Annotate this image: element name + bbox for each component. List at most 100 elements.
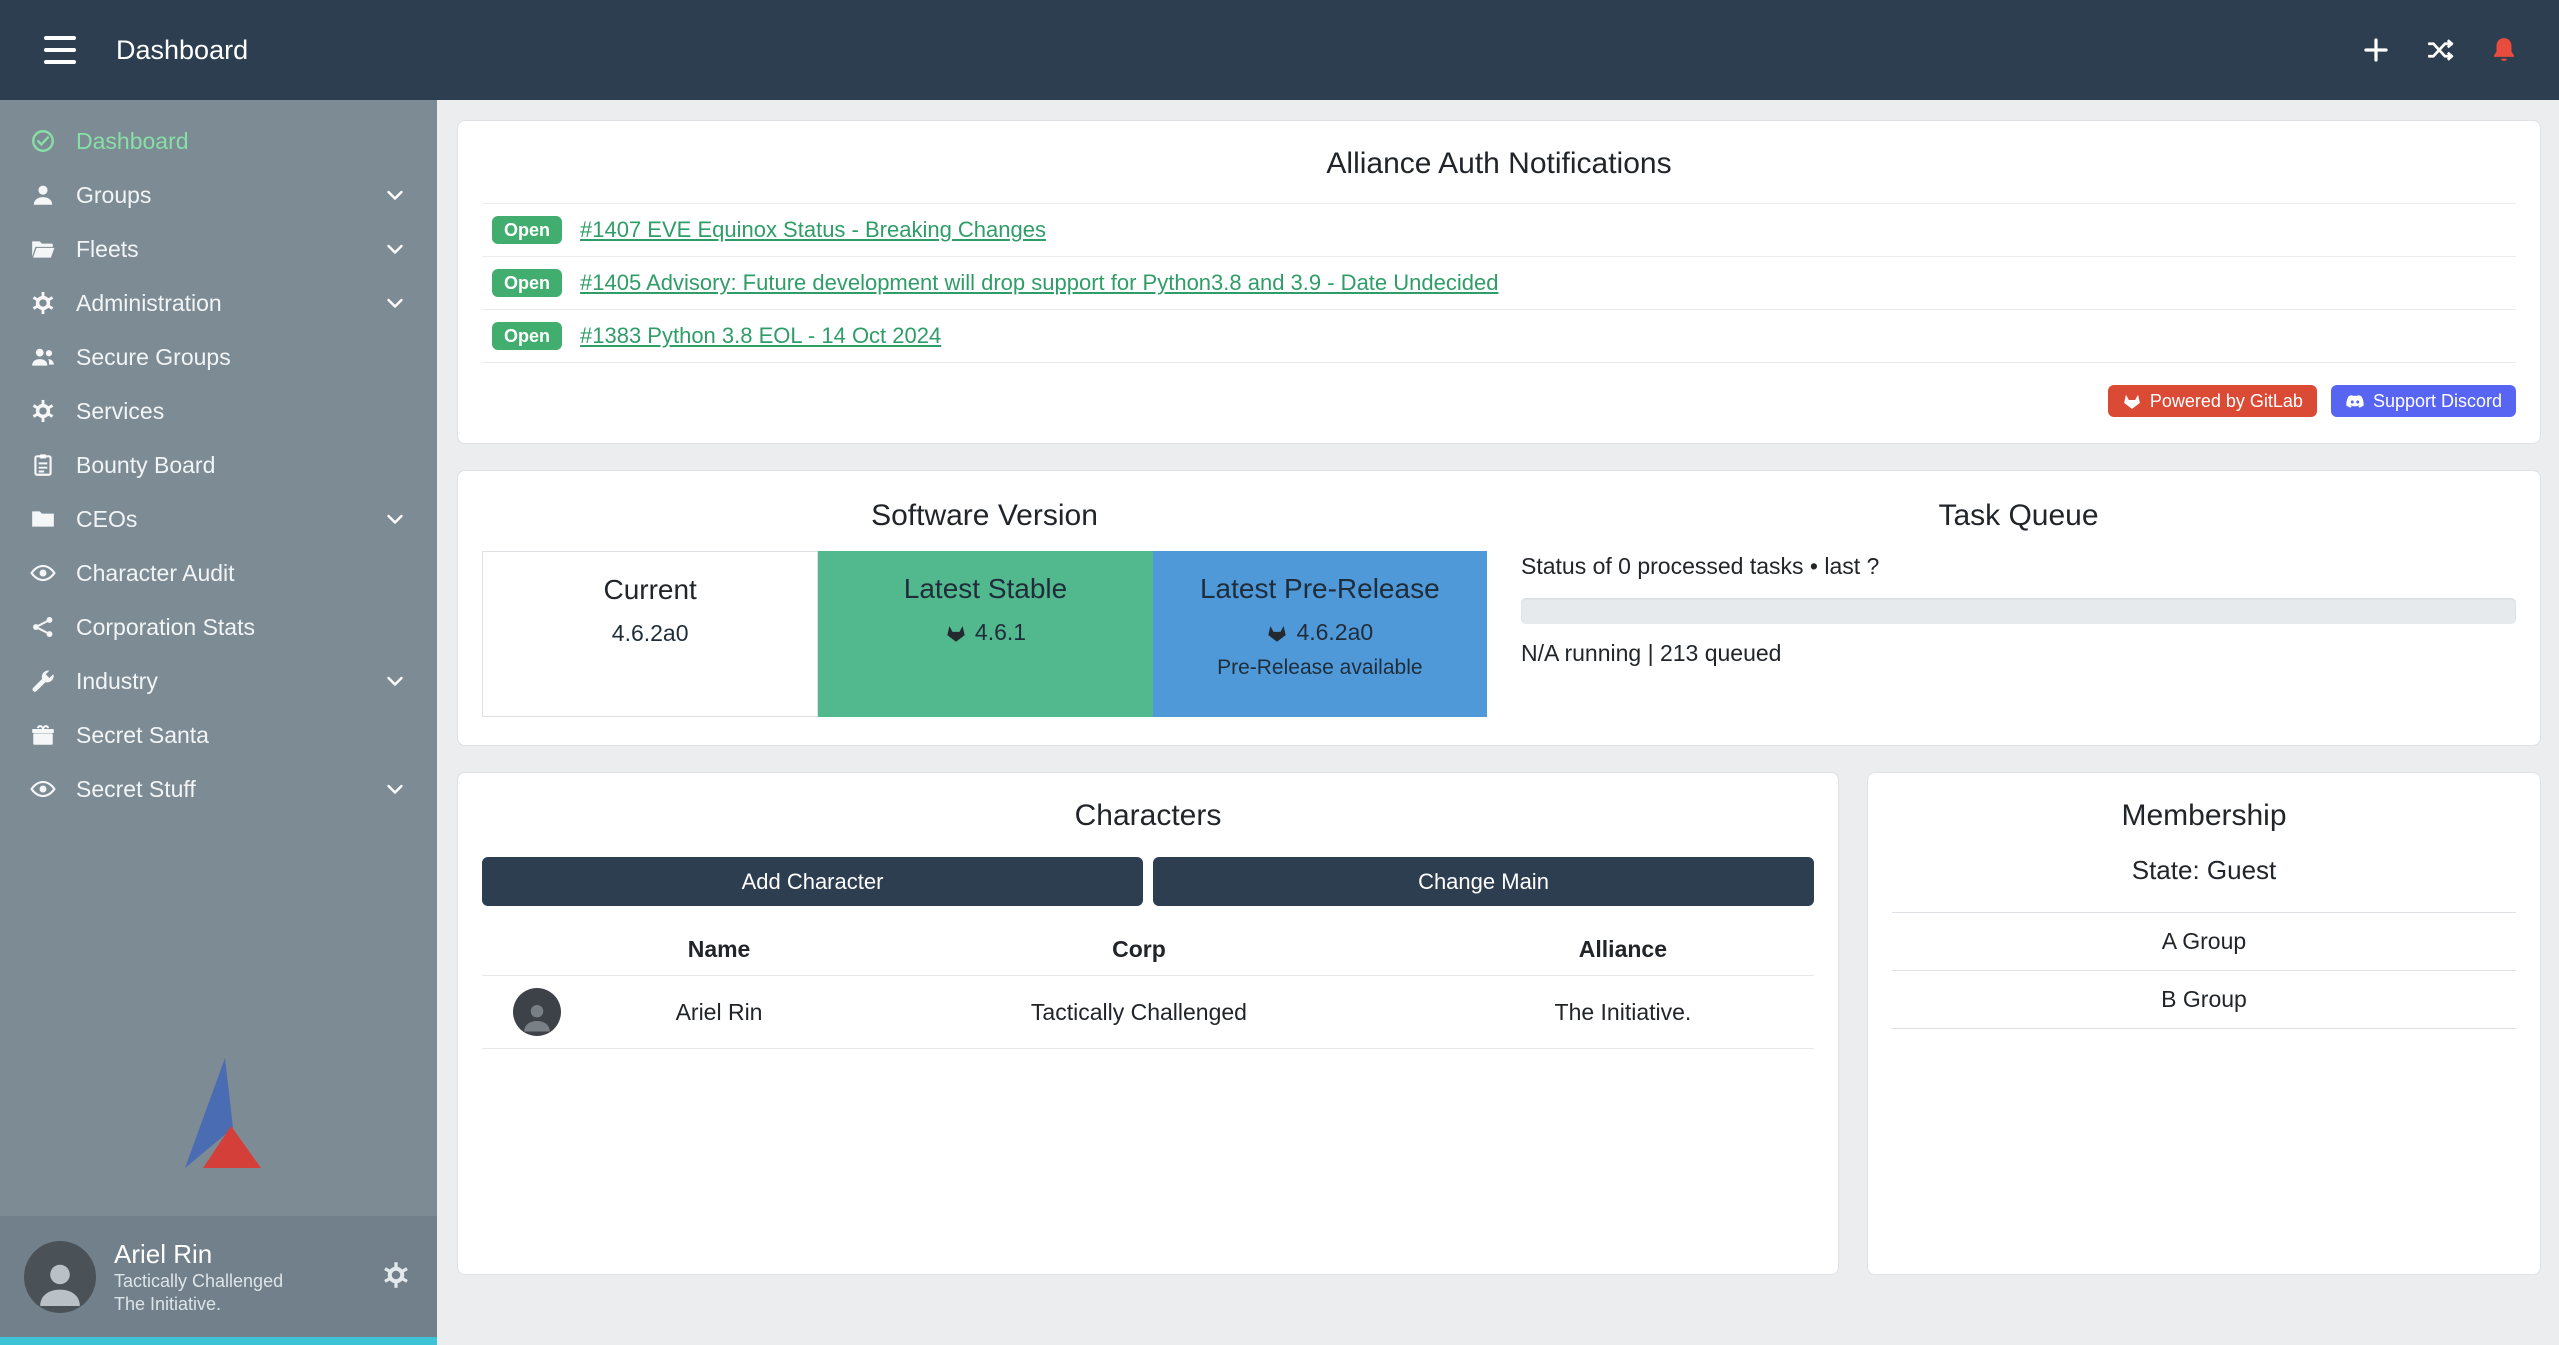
discord-icon	[2345, 391, 2365, 411]
sidebar-item-character-audit[interactable]: Character Audit	[0, 546, 437, 600]
characters-title: Characters	[482, 799, 1814, 833]
sidebar-item-administration[interactable]: Administration	[0, 276, 437, 330]
sidebar-item-label: Fleets	[76, 236, 371, 263]
folder-icon	[30, 506, 56, 532]
user-name: Ariel Rin	[114, 1238, 361, 1271]
notification-link[interactable]: #1383 Python 3.8 EOL - 14 Oct 2024	[580, 323, 941, 349]
sidebar-item-secret-stuff[interactable]: Secret Stuff	[0, 762, 437, 816]
notifications-bell-icon[interactable]	[2487, 33, 2521, 67]
hamburger-menu-button[interactable]	[38, 30, 82, 70]
support-discord-badge[interactable]: Support Discord	[2331, 385, 2516, 417]
chevron-down-icon	[383, 183, 407, 207]
characters-card: Characters Add Character Change Main Nam…	[457, 772, 1839, 1275]
version-box-label: Current	[483, 574, 817, 606]
navbar-actions	[2359, 33, 2521, 67]
chevron-down-icon	[383, 669, 407, 693]
gitlab-badge-label: Powered by GitLab	[2150, 392, 2303, 410]
notifications-list: Open #1407 EVE Equinox Status - Breaking…	[482, 203, 2516, 363]
characters-buttons: Add Character Change Main	[482, 857, 1814, 906]
add-character-button[interactable]: Add Character	[482, 857, 1143, 906]
version-box: Latest Pre-Release 4.6.2a0 Pre-Release a…	[1153, 551, 1487, 717]
characters-table-body: Ariel Rin Tactically Challenged The Init…	[482, 976, 1814, 1049]
sidebar-item-corporation-stats[interactable]: Corporation Stats	[0, 600, 437, 654]
version-box-version: 4.6.1	[818, 619, 1152, 646]
alliance-logo	[0, 1056, 437, 1172]
version-box: Latest Stable 4.6.1	[818, 551, 1152, 717]
sidebar-item-label: Secret Santa	[76, 722, 371, 749]
alliance-column-header: Alliance	[1432, 924, 1814, 976]
version-box: Current 4.6.2a0	[482, 551, 818, 717]
sidebar-item-secret-santa[interactable]: Secret Santa	[0, 708, 437, 762]
page-title: Dashboard	[116, 35, 248, 66]
clipboard-icon	[30, 452, 56, 478]
folder-open-icon	[30, 236, 56, 262]
user-settings-gear-icon[interactable]	[379, 1260, 413, 1294]
main-content: Alliance Auth Notifications Open #1407 E…	[437, 100, 2559, 1345]
sidebar-item-bounty-board[interactable]: Bounty Board	[0, 438, 437, 492]
version-boxes: Current 4.6.2a0 Latest Stable 4.6.1	[482, 551, 1487, 717]
name-column-header: Name	[592, 924, 846, 976]
dashboard-icon	[30, 128, 56, 154]
sidebar-item-ceos[interactable]: CEOs	[0, 492, 437, 546]
notification-row: Open #1383 Python 3.8 EOL - 14 Oct 2024	[482, 309, 2516, 363]
sidebar-item-industry[interactable]: Industry	[0, 654, 437, 708]
version-box-label: Latest Pre-Release	[1153, 573, 1487, 605]
sidebar-item-secure-groups[interactable]: Secure Groups	[0, 330, 437, 384]
sidebar-item-label: Industry	[76, 668, 371, 695]
version-box-label: Latest Stable	[818, 573, 1152, 605]
character-alliance: The Initiative.	[1432, 976, 1814, 1049]
membership-title: Membership	[1892, 799, 2516, 833]
avatar-column-header	[482, 924, 592, 976]
sidebar-item-groups[interactable]: Groups	[0, 168, 437, 222]
character-name: Ariel Rin	[592, 976, 846, 1049]
version-number: 4.6.2a0	[1296, 619, 1373, 646]
sidebar-item-services[interactable]: Services	[0, 384, 437, 438]
sidebar-item-label: Dashboard	[76, 128, 371, 155]
chevron-down-icon	[383, 291, 407, 315]
user-avatar	[24, 1241, 96, 1313]
software-version-title: Software Version	[482, 499, 1487, 533]
software-version-section: Software Version Current 4.6.2a0 Latest …	[482, 499, 1487, 717]
sidebar-item-label: Administration	[76, 290, 371, 317]
membership-card: Membership State: Guest A GroupB Group	[1867, 772, 2541, 1275]
gear-icon	[30, 290, 56, 316]
status-badge: Open	[492, 216, 562, 244]
task-queue-section: Task Queue Status of 0 processed tasks •…	[1521, 499, 2516, 717]
powered-by-gitlab-badge[interactable]: Powered by GitLab	[2108, 385, 2317, 417]
task-queue-status: Status of 0 processed tasks • last ?	[1521, 553, 2516, 580]
shuffle-icon[interactable]	[2423, 33, 2457, 67]
user-alliance: The Initiative.	[114, 1293, 361, 1316]
sidebar-item-dashboard[interactable]: Dashboard	[0, 114, 437, 168]
task-queue-title: Task Queue	[1521, 499, 2516, 533]
characters-table: Name Corp Alliance Ariel Rin Tactically	[482, 924, 1814, 1049]
character-row: Ariel Rin Tactically Challenged The Init…	[482, 976, 1814, 1049]
sidebar-item-label: Corporation Stats	[76, 614, 371, 641]
task-queue-counts: N/A running | 213 queued	[1521, 640, 2516, 667]
user-corp: Tactically Challenged	[114, 1270, 361, 1293]
bottom-row: Characters Add Character Change Main Nam…	[457, 772, 2541, 1275]
sidebar-item-label: Bounty Board	[76, 452, 371, 479]
version-box-version: 4.6.2a0	[483, 620, 817, 647]
sidebar-item-label: Secret Stuff	[76, 776, 371, 803]
version-number: 4.6.2a0	[612, 620, 689, 647]
eye-icon	[30, 776, 56, 802]
version-box-version: 4.6.2a0	[1153, 619, 1487, 646]
sidebar-item-label: Character Audit	[76, 560, 371, 587]
chevron-down-icon	[383, 237, 407, 261]
notification-link[interactable]: #1407 EVE Equinox Status - Breaking Chan…	[580, 217, 1046, 243]
membership-state: State: Guest	[1892, 855, 2516, 886]
character-avatar	[513, 988, 561, 1036]
corp-column-header: Corp	[846, 924, 1432, 976]
share-icon	[30, 614, 56, 640]
add-icon[interactable]	[2359, 33, 2393, 67]
sidebar-item-label: CEOs	[76, 506, 371, 533]
wrench-icon	[30, 668, 56, 694]
gift-icon	[30, 722, 56, 748]
chevron-down-icon	[383, 507, 407, 531]
notification-row: Open #1405 Advisory: Future development …	[482, 256, 2516, 309]
sidebar-item-fleets[interactable]: Fleets	[0, 222, 437, 276]
change-main-button[interactable]: Change Main	[1153, 857, 1814, 906]
discord-badge-label: Support Discord	[2373, 392, 2502, 410]
status-card: Software Version Current 4.6.2a0 Latest …	[457, 470, 2541, 746]
notification-link[interactable]: #1405 Advisory: Future development will …	[580, 270, 1498, 296]
